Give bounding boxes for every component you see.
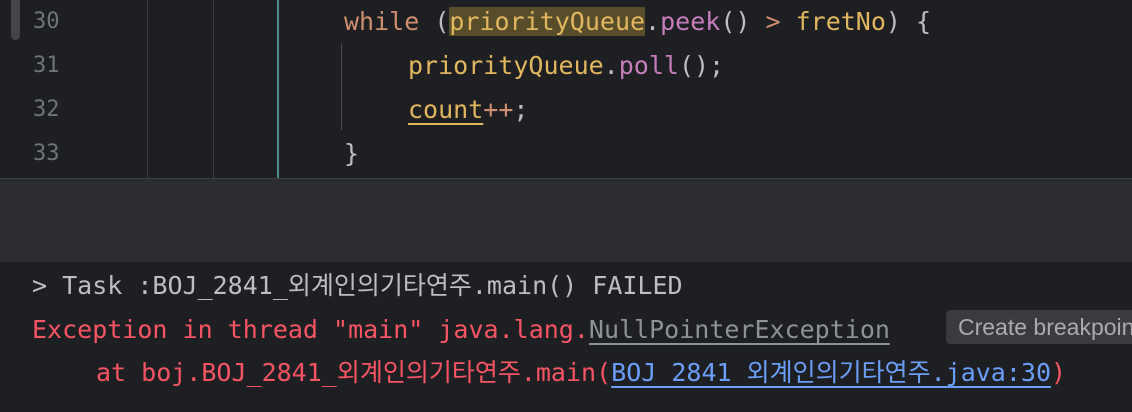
create-breakpoint-tooltip[interactable]: Create breakpoint [946,310,1132,344]
console-exception-line: Exception in thread "main" java.lang.Nul… [32,308,890,352]
code-editor[interactable]: 30 while (priorityQueue.peek() > fretNo)… [0,0,1132,178]
punctuation-token: ; [513,95,529,124]
operator-token: > [750,7,796,36]
console-stack-line: at boj.BOJ_2841_외계인의기타연주.main(BOJ_2841_외… [96,351,1066,395]
punctuation-token: ) { [885,7,932,36]
source-location-link[interactable]: BOJ_2841_외계인의기타연주.java:30 [611,358,1051,387]
panel-splitter[interactable] [0,178,1132,262]
console-task-line: > Task :BOJ_2841_외계인의기타연주.main() FAILED [32,271,683,300]
method-token: poll [618,51,679,80]
punctuation-token: } [344,139,360,168]
code-line-32[interactable]: 32 count++; [0,88,1132,132]
punctuation-token: (); [678,51,725,80]
variable-token: priorityQueue [408,51,604,80]
line-number[interactable]: 33 [33,132,73,176]
punctuation-token: ( [419,7,450,36]
line-number[interactable]: 31 [33,44,73,88]
variable-token: fretNo [795,7,886,36]
stack-prefix: at boj.BOJ_2841_외계인의기타연주.main( [96,358,612,387]
highlighted-variable-token: priorityQueue [449,7,646,36]
exception-class-link[interactable]: NullPointerException [589,315,890,344]
punctuation-token: () [720,7,751,36]
code-line-33[interactable]: 33 } [0,132,1132,176]
line-number[interactable]: 32 [33,88,73,132]
method-token: peek [660,7,721,36]
code-text[interactable]: while (priorityQueue.peek() > fretNo) { [344,0,931,44]
run-console[interactable]: > Task :BOJ_2841_외계인의기타연주.main() FAILED … [0,262,1132,412]
code-line-31[interactable]: 31 priorityQueue.poll(); [0,44,1132,88]
stack-suffix: ) [1051,358,1067,387]
operator-token: ++ [483,95,514,124]
punctuation-token: . [603,51,619,80]
code-text[interactable]: priorityQueue.poll(); [408,44,724,88]
ide-window: 30 while (priorityQueue.peek() > fretNo)… [0,0,1132,412]
keyword-token: while [344,7,420,36]
variable-token: count [408,95,484,124]
code-line-30[interactable]: 30 while (priorityQueue.peek() > fretNo)… [0,0,1132,44]
exception-prefix: Exception in thread "main" java.lang. [32,315,589,344]
code-text[interactable]: count++; [408,88,528,132]
line-number[interactable]: 30 [33,0,73,44]
punctuation-token: . [645,7,661,36]
code-text[interactable]: } [344,132,359,176]
